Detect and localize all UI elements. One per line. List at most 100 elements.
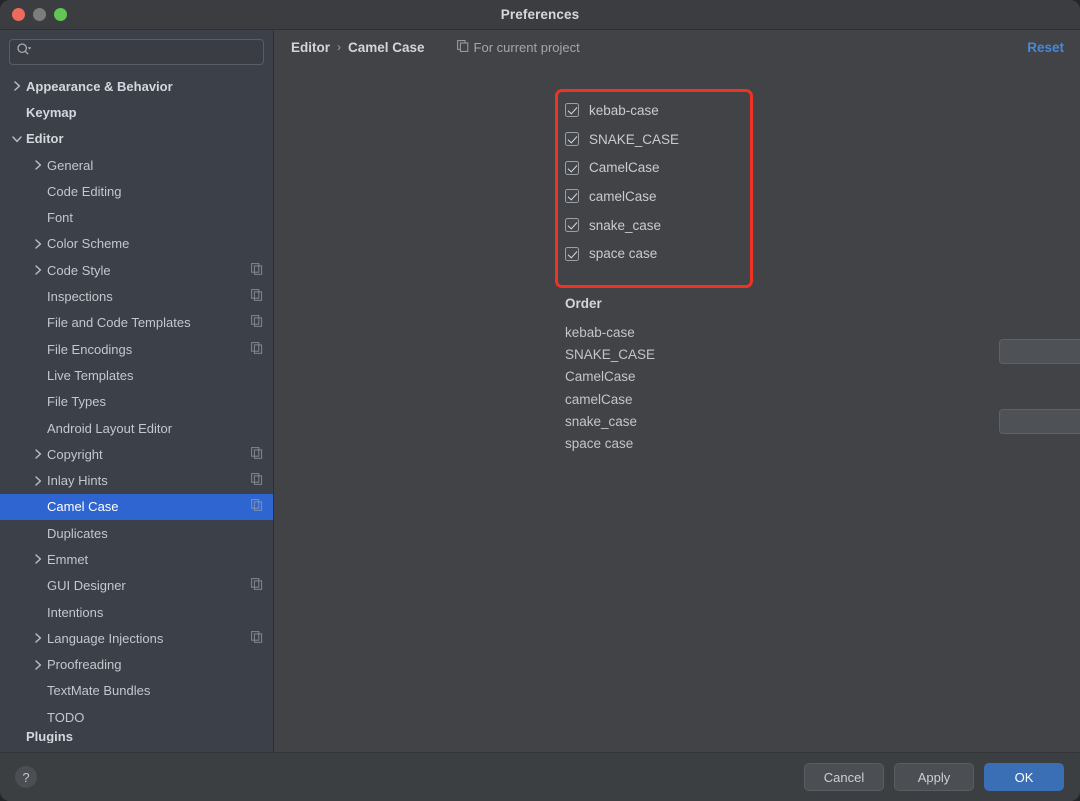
sidebar-item-todo[interactable]: TODO [0,704,273,730]
case-option-row[interactable]: CamelCase [565,153,747,182]
chevron-right-icon[interactable] [31,632,45,644]
move-down-button[interactable]: Down [999,409,1080,434]
copy-settings-icon [251,578,263,593]
sidebar-item-camel-case[interactable]: Camel Case [0,493,273,521]
sidebar-item-file-and-code-templates[interactable]: File and Code Templates [0,310,273,336]
chevron-right-icon[interactable] [31,659,45,671]
sidebar-item-label: GUI Designer [47,578,126,594]
checkbox-camelcase[interactable] [565,189,579,204]
sidebar-item-label: Inspections [47,289,113,305]
case-option-row[interactable]: snake_case [565,211,747,240]
sidebar-item-inlay-hints[interactable]: Inlay Hints [0,467,273,493]
sidebar-item-proofreading[interactable]: Proofreading [0,652,273,678]
checkbox-space-case[interactable] [565,246,579,261]
case-option-row[interactable]: SNAKE_CASE [565,125,747,154]
copy-settings-icon [251,341,263,357]
apply-button[interactable]: Apply [894,763,974,791]
case-option-row[interactable]: camelCase [565,182,747,211]
sidebar-item-label: Proofreading [47,657,122,673]
window-title: Preferences [500,7,580,22]
case-option-label: camelCase [589,188,657,204]
chevron-right-icon[interactable] [31,475,45,487]
sidebar-item-file-types[interactable]: File Types [0,389,273,415]
sidebar-item-android-layout-editor[interactable]: Android Layout Editor [0,415,273,441]
order-list: kebab-case SNAKE_CASE CamelCase camelCase sn… [565,322,655,455]
sidebar-item-language-injections[interactable]: Language Injections [0,625,273,651]
move-up-button[interactable]: Up [999,339,1080,364]
breadcrumb-separator-icon: › [337,40,341,54]
sidebar-item-label: General [47,157,94,173]
checkbox-camelcase[interactable] [565,160,579,175]
sidebar-item-label: Duplicates [47,525,108,541]
cancel-button[interactable]: Cancel [804,763,884,791]
sidebar-item-label: File and Code Templates [47,315,191,331]
sidebar-item-code-style[interactable]: Code Style [0,257,273,283]
case-option-row[interactable]: kebab-case [565,96,747,125]
case-option-label: SNAKE_CASE [589,131,680,147]
sidebar-item-label: Emmet [47,551,89,567]
chevron-right-icon[interactable] [31,264,45,276]
sidebar-item-label: Android Layout Editor [47,420,173,436]
chevron-right-icon[interactable] [31,238,45,250]
settings-main-panel: Editor › Camel Case For current project … [274,30,1080,752]
order-list-item[interactable]: CamelCase [565,366,655,388]
sidebar-item-live-templates[interactable]: Live Templates [0,362,273,388]
chevron-down-icon[interactable] [10,133,24,145]
sidebar-item-label: Camel Case [47,499,119,515]
sidebar-item-emmet[interactable]: Emmet [0,546,273,572]
search-box[interactable] [9,39,264,65]
order-list-item[interactable]: SNAKE_CASE [565,344,655,366]
chevron-right-icon[interactable] [10,80,24,92]
sidebar-item-label: Color Scheme [47,236,130,252]
case-options-list: kebab-case SNAKE_CASE CamelCase camelCase sn… [565,96,747,268]
copy-settings-icon [251,315,263,330]
sidebar-item-font[interactable]: Font [0,204,273,230]
chevron-right-icon[interactable] [31,553,45,565]
sidebar-item-file-encodings[interactable]: File Encodings [0,336,273,362]
sidebar-item-copyright[interactable]: Copyright [0,441,273,467]
sidebar-item-code-editing[interactable]: Code Editing [0,178,273,204]
sidebar-item-label: Keymap [26,104,77,120]
case-option-label: snake_case [589,217,662,233]
ok-button[interactable]: OK [984,763,1064,791]
sidebar-item-label: Copyright [47,446,103,462]
sidebar-item-label: File Types [47,394,107,410]
copy-settings-icon [251,473,263,488]
breadcrumb-root[interactable]: Editor [291,40,330,55]
sidebar-item-textmate-bundles[interactable]: TextMate Bundles [0,678,273,704]
case-option-row[interactable]: space case [565,239,747,268]
order-list-item[interactable]: space case [565,433,655,455]
order-list-item[interactable]: snake_case [565,411,655,433]
panel-header: Editor › Camel Case For current project … [274,30,1080,64]
sidebar-item-label: File Encodings [47,341,133,357]
reset-link[interactable]: Reset [1027,40,1064,55]
sidebar-item-appearance-behavior[interactable]: Appearance & Behavior [0,73,273,99]
sidebar-item-editor[interactable]: Editor [0,126,273,152]
project-scope[interactable]: For current project [456,39,580,55]
chevron-right-icon[interactable] [31,159,45,171]
checkbox-snake-case[interactable] [565,218,579,233]
search-icon [16,42,32,62]
sidebar-item-plugins[interactable]: Plugins [0,730,273,743]
sidebar-item-keymap[interactable]: Keymap [0,99,273,125]
sidebar-item-intentions[interactable]: Intentions [0,599,273,625]
help-button[interactable]: ? [15,766,37,788]
copy-scope-icon [456,39,469,55]
dialog-body: Appearance & Behavior Keymap Editor General… [0,30,1080,752]
sidebar-item-general[interactable]: General [0,152,273,178]
sidebar-item-gui-designer[interactable]: GUI Designer [0,573,273,599]
order-list-item[interactable]: kebab-case [565,322,655,344]
search-input[interactable] [31,45,257,59]
sidebar-item-inspections[interactable]: Inspections [0,283,273,309]
title-bar: Preferences [0,0,1080,30]
copy-settings-icon [251,262,263,278]
settings-sidebar: Appearance & Behavior Keymap Editor General… [0,30,274,752]
chevron-right-icon[interactable] [31,448,45,460]
sidebar-item-duplicates[interactable]: Duplicates [0,520,273,546]
sidebar-item-label: Editor [26,131,64,147]
checkbox-kebab-case[interactable] [565,103,579,118]
order-list-item[interactable]: camelCase [565,389,655,411]
sidebar-item-color-scheme[interactable]: Color Scheme [0,231,273,257]
checkbox-snake-case[interactable] [565,132,579,147]
case-option-label: space case [589,246,658,262]
